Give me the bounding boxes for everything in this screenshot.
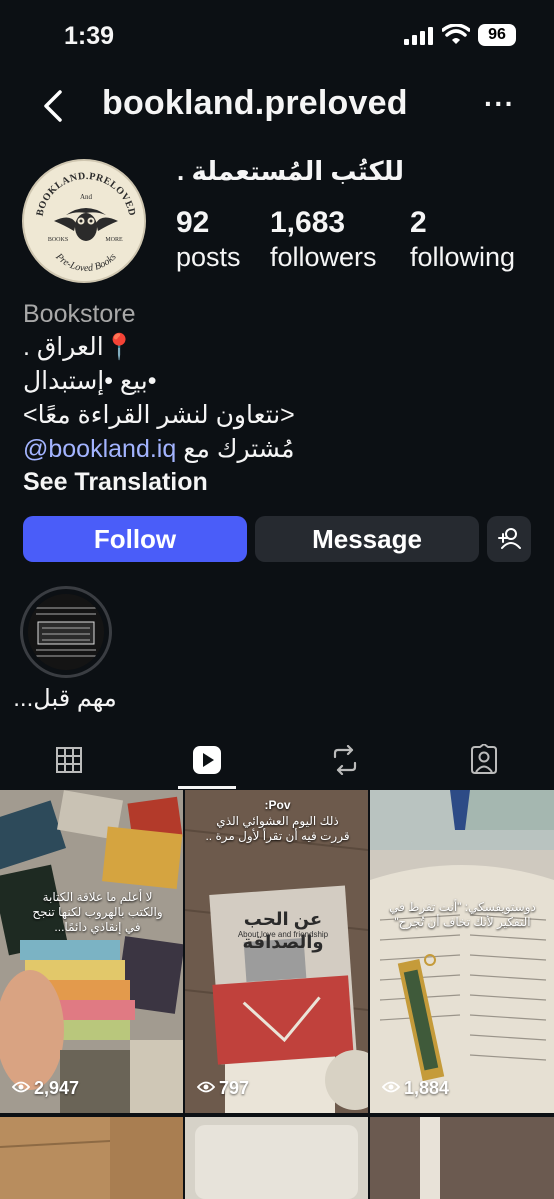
post-caption: ذلك اليوم العشوائي الذي قررت فيه أن تقرأ… xyxy=(205,814,350,843)
bio-mention-prefix: مُشترك مع xyxy=(183,435,295,463)
profile-actions: Follow Message xyxy=(0,516,554,562)
follow-button[interactable]: Follow xyxy=(23,516,247,562)
stat-followers-label: followers xyxy=(270,242,377,272)
book-subtitle: About love and friendship xyxy=(237,930,329,939)
grid-item[interactable]: لا أعلم ما علاقة الكتابة والكتب بالهروب … xyxy=(0,790,183,1113)
grid-icon xyxy=(56,747,82,773)
status-time: 1:39 xyxy=(64,22,115,50)
profile-display-name: للكتُب المُستعملة . xyxy=(177,156,404,186)
wifi-icon xyxy=(442,24,470,44)
message-button[interactable]: Message xyxy=(255,516,479,562)
see-translation-link[interactable]: See Translation xyxy=(23,468,533,502)
eye-icon xyxy=(381,1078,401,1099)
stat-following-label: following xyxy=(410,242,516,272)
back-chevron-icon[interactable] xyxy=(38,88,70,124)
post-caption: دوستويفسكي: "أنت تفرط في التفكير لأنك تخ… xyxy=(389,900,536,929)
grid-item[interactable] xyxy=(185,1117,368,1199)
story-highlight[interactable] xyxy=(20,586,112,678)
reels-icon xyxy=(193,746,221,774)
grid-item[interactable] xyxy=(0,1117,183,1199)
tab-tagged[interactable] xyxy=(454,730,514,790)
stat-posts-label: posts xyxy=(176,242,241,272)
post-thumbnail xyxy=(185,1117,368,1199)
bio-tagline: <نتعاون لنشر القراءة معًا> xyxy=(23,401,295,429)
view-count-value: 2,947 xyxy=(34,1078,80,1098)
profile-header: bookland.preloved ··· xyxy=(0,76,554,136)
bio-mention-link[interactable]: @bookland.iq xyxy=(23,435,176,463)
bio-collab-line: @bookland.iq مُشترك مع xyxy=(23,434,533,468)
grid-item[interactable]: Pov: ذلك اليوم العشوائي الذي قررت فيه أن… xyxy=(185,790,368,1113)
status-bar: 1:39 96 xyxy=(0,0,554,72)
bio-location: 📍العراق . xyxy=(23,333,135,361)
add-person-icon xyxy=(498,528,521,549)
tagged-person-icon xyxy=(471,744,497,774)
grid-item[interactable]: دوستويفسكي: "أنت تفرط في التفكير لأنك تخ… xyxy=(370,790,554,1113)
view-count-value: 1,884 xyxy=(404,1078,450,1098)
post-thumbnail xyxy=(370,790,554,1113)
stat-followers[interactable]: 1,683 followers xyxy=(270,206,377,273)
avatar-middle-text: And xyxy=(80,193,93,201)
cellular-signal-icon xyxy=(404,25,434,45)
stat-posts[interactable]: 92 posts xyxy=(176,206,241,273)
view-count-value: 797 xyxy=(219,1078,250,1098)
battery-indicator: 96 xyxy=(478,24,516,46)
grid-item[interactable] xyxy=(370,1117,554,1199)
eye-icon xyxy=(196,1078,216,1099)
profile-bio: Bookstore 📍العراق . •بيع •إستبدال <نتعاو… xyxy=(23,300,533,502)
post-thumbnail xyxy=(0,1117,183,1199)
view-count: 2,947 xyxy=(11,1078,80,1099)
view-count: 797 xyxy=(196,1078,250,1099)
eye-icon xyxy=(11,1078,31,1099)
bio-category: Bookstore xyxy=(23,300,136,328)
highlight-label: مهم قبل... xyxy=(13,685,117,712)
profile-username: bookland.preloved xyxy=(102,84,408,122)
tab-reels[interactable] xyxy=(177,730,237,790)
suggested-users-button[interactable] xyxy=(487,516,531,562)
post-caption: لا أعلم ما علاقة الكتابة والكتب بالهروب … xyxy=(32,890,163,934)
repost-icon xyxy=(333,745,357,775)
stat-followers-value: 1,683 xyxy=(270,206,346,239)
stat-following-value: 2 xyxy=(410,206,427,239)
reels-grid: لا أعلم ما علاقة الكتابة والكتب بالهروب … xyxy=(0,790,554,1199)
stat-following[interactable]: 2 following xyxy=(410,206,515,273)
view-count: 1,884 xyxy=(381,1078,450,1099)
post-caption-title: Pov: xyxy=(264,798,291,812)
tab-reposts[interactable] xyxy=(315,730,375,790)
active-tab-indicator xyxy=(178,786,236,789)
profile-stats: 92 posts 1,683 followers 2 following xyxy=(0,206,554,286)
tab-posts-grid[interactable] xyxy=(39,730,99,790)
stat-posts-value: 92 xyxy=(176,206,210,239)
highlight-cover xyxy=(28,594,104,670)
bio-services: •بيع •إستبدال xyxy=(23,367,157,395)
more-options-icon[interactable]: ··· xyxy=(484,88,515,120)
post-thumbnail xyxy=(0,790,183,1113)
post-thumbnail xyxy=(370,1117,554,1199)
profile-tabs xyxy=(0,730,554,790)
